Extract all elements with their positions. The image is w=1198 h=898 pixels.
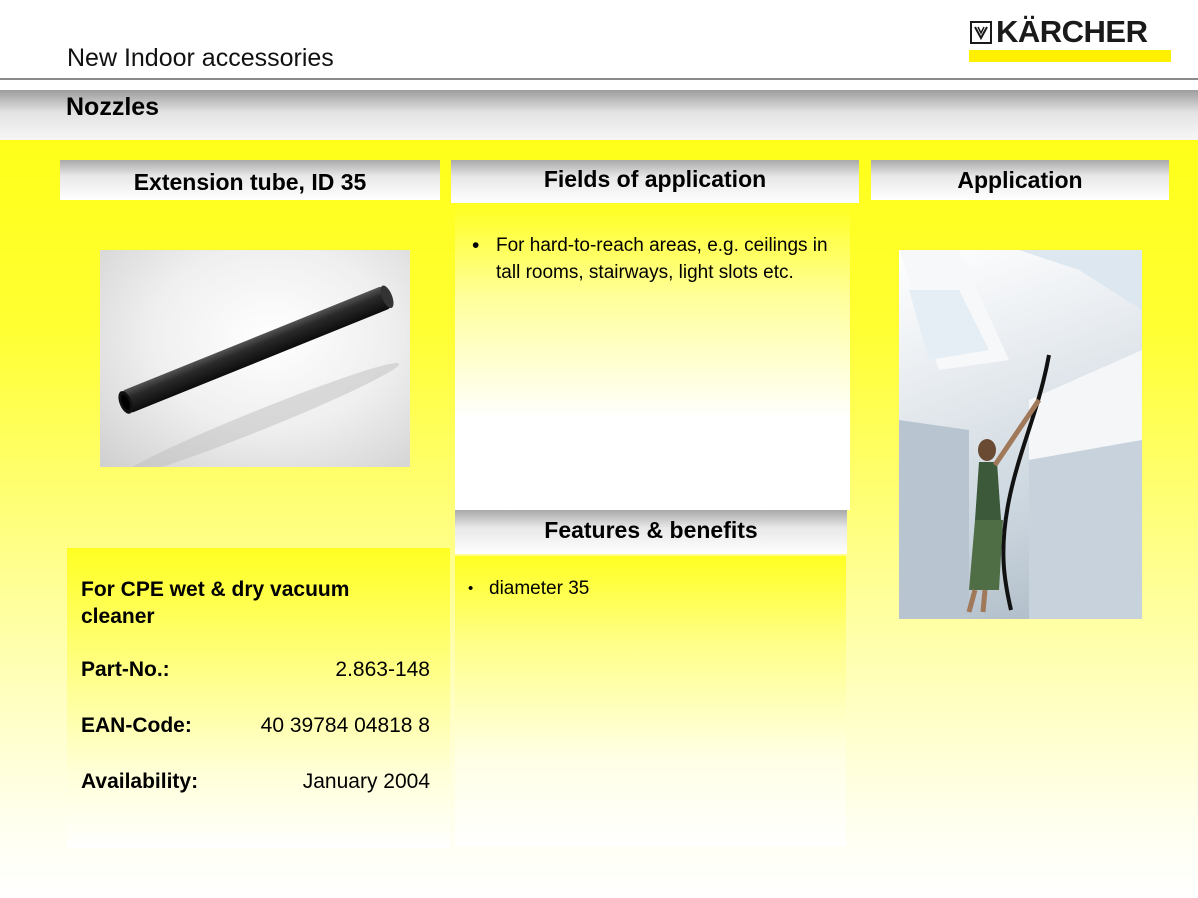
- part-number-row: Part-No.: 2.863-148: [81, 658, 430, 685]
- fields-list: For hard-to-reach areas, e.g. ceilings i…: [472, 232, 832, 286]
- section-title: Nozzles: [66, 93, 160, 121]
- ean-code-value: 40 39784 04818 8: [260, 714, 430, 737]
- part-number-label: Part-No.:: [81, 658, 170, 681]
- page-header-title: New Indoor accessories: [67, 44, 334, 72]
- product-photo: [100, 250, 410, 467]
- availability-value: January 2004: [302, 770, 430, 793]
- features-list: diameter 35: [468, 576, 828, 601]
- application-heading: Application: [871, 160, 1169, 200]
- part-number-value: 2.863-148: [335, 658, 430, 681]
- brand-logo: KÄRCHER: [996, 14, 1148, 49]
- header-divider: [0, 78, 1198, 80]
- availability-row: Availability: January 2004: [81, 770, 430, 797]
- fields-heading: Fields of application: [451, 160, 859, 203]
- title-band: [0, 90, 1198, 140]
- availability-label: Availability:: [81, 770, 199, 793]
- features-list-item: diameter 35: [468, 576, 828, 601]
- application-photo: [899, 250, 1142, 619]
- features-heading: Features & benefits: [455, 510, 847, 554]
- fields-list-item: For hard-to-reach areas, e.g. ceilings i…: [472, 232, 832, 286]
- ean-code-label: EAN-Code:: [81, 714, 192, 737]
- logo-underline-bar: [969, 50, 1171, 62]
- product-heading: Extension tube, ID 35: [60, 160, 440, 200]
- karcher-logo-icon: [970, 21, 992, 44]
- ean-code-row: EAN-Code: 40 39784 04818 8: [81, 714, 430, 741]
- product-description: For CPE wet & dry vacuum cleaner: [81, 578, 350, 628]
